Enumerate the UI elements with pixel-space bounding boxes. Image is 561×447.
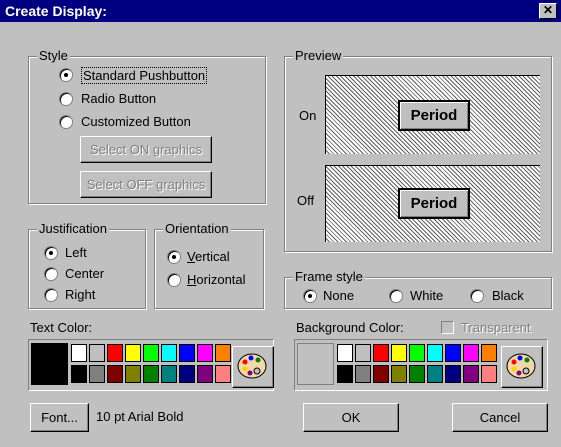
palette-icon — [506, 353, 536, 379]
frame-style-legend: Frame style — [293, 269, 365, 284]
horizontal-mnemonic: H — [187, 272, 197, 287]
label-horizontal[interactable]: Horizontal — [187, 272, 246, 287]
background-color-swatch[interactable] — [463, 365, 479, 383]
text-color-current-swatch — [31, 343, 68, 385]
text-color-swatch[interactable] — [143, 344, 159, 362]
background-color-swatch[interactable] — [337, 344, 353, 362]
label-frame-none[interactable]: None — [323, 288, 354, 303]
background-color-current-swatch — [297, 343, 334, 385]
background-color-swatch[interactable] — [391, 344, 407, 362]
radio-vertical[interactable] — [167, 250, 181, 264]
vertical-mnemonic: V — [187, 249, 195, 264]
label-customized-button[interactable]: Customized Button — [81, 114, 191, 129]
title-bar: Create Display: ✕ — [0, 0, 561, 22]
text-color-swatch[interactable] — [179, 365, 195, 383]
preview-on-label: On — [299, 108, 317, 123]
text-color-swatch[interactable] — [143, 365, 159, 383]
text-color-swatch[interactable] — [215, 344, 231, 362]
text-color-swatch[interactable] — [215, 365, 231, 383]
text-color-swatch[interactable] — [125, 365, 141, 383]
select-off-graphics-button[interactable]: Select OFF graphics — [80, 171, 212, 198]
label-right[interactable]: Right — [65, 287, 95, 302]
preview-off-label: Off — [297, 193, 315, 208]
text-color-swatch[interactable] — [71, 365, 87, 383]
background-color-palette-button[interactable] — [501, 346, 543, 388]
radio-standard-pushbutton[interactable] — [59, 68, 73, 82]
radio-radio-button[interactable] — [59, 92, 73, 106]
font-description: 10 pt Arial Bold — [96, 409, 184, 424]
text-color-swatch[interactable] — [161, 344, 177, 362]
preview-on-button: Period — [398, 100, 470, 131]
background-color-swatch[interactable] — [373, 344, 389, 362]
radio-customized-button[interactable] — [59, 115, 73, 129]
text-color-swatch[interactable] — [89, 344, 105, 362]
label-frame-black[interactable]: Black — [492, 288, 524, 303]
orientation-group: Orientation Vertical Horizontal — [154, 221, 264, 309]
radio-center[interactable] — [44, 267, 58, 281]
preview-on-area: Period — [325, 75, 540, 154]
background-color-swatch[interactable] — [445, 344, 461, 362]
preview-group: Preview On Period Off Period — [284, 48, 552, 252]
transparent-label[interactable]: Transparent — [461, 320, 531, 335]
background-color-swatch[interactable] — [355, 344, 371, 362]
background-color-swatch[interactable] — [409, 344, 425, 362]
background-color-swatch[interactable] — [463, 344, 479, 362]
text-color-label: Text Color: — [30, 320, 93, 335]
text-color-swatch[interactable] — [179, 344, 195, 362]
orientation-legend: Orientation — [163, 221, 231, 236]
radio-horizontal[interactable] — [167, 273, 181, 287]
preview-off-area: Period — [325, 165, 540, 242]
background-color-swatch[interactable] — [337, 365, 353, 383]
style-legend: Style — [37, 48, 70, 63]
transparent-checkbox[interactable] — [441, 321, 454, 334]
radio-left[interactable] — [44, 246, 58, 260]
background-color-swatch[interactable] — [409, 365, 425, 383]
text-color-swatch[interactable] — [197, 344, 213, 362]
label-center[interactable]: Center — [65, 266, 104, 281]
text-color-swatch[interactable] — [107, 344, 123, 362]
vertical-rest: ertical — [194, 249, 230, 264]
palette-icon — [237, 353, 267, 379]
preview-off-button: Period — [398, 188, 470, 219]
label-left[interactable]: Left — [65, 245, 87, 260]
background-color-swatch[interactable] — [391, 365, 407, 383]
style-group: Style Standard Pushbutton Radio Button C… — [28, 48, 266, 204]
cancel-button[interactable]: Cancel — [452, 403, 548, 432]
text-color-swatch[interactable] — [71, 344, 87, 362]
close-icon[interactable]: ✕ — [539, 3, 557, 19]
ok-button[interactable]: OK — [303, 403, 399, 432]
background-color-swatch[interactable] — [445, 365, 461, 383]
label-vertical[interactable]: Vertical — [187, 249, 230, 264]
text-color-swatch[interactable] — [197, 365, 213, 383]
background-color-swatch[interactable] — [481, 365, 497, 383]
background-color-swatch[interactable] — [373, 365, 389, 383]
radio-frame-white[interactable] — [389, 289, 403, 303]
justification-group: Justification Left Center Right — [28, 221, 146, 309]
frame-style-group: Frame style None White Black — [284, 269, 552, 309]
justification-legend: Justification — [37, 221, 109, 236]
background-color-swatch[interactable] — [355, 365, 371, 383]
radio-right[interactable] — [44, 288, 58, 302]
background-color-label: Background Color: — [296, 320, 404, 335]
radio-frame-black[interactable] — [470, 289, 484, 303]
preview-legend: Preview — [293, 48, 344, 63]
background-color-swatch[interactable] — [427, 344, 443, 362]
text-color-swatch[interactable] — [89, 365, 105, 383]
text-color-swatch[interactable] — [107, 365, 123, 383]
radio-frame-none[interactable] — [303, 289, 317, 303]
label-radio-button[interactable]: Radio Button — [81, 91, 156, 106]
select-on-graphics-button[interactable]: Select ON graphics — [80, 136, 212, 163]
window-title: Create Display: — [5, 3, 107, 19]
text-color-swatch[interactable] — [125, 344, 141, 362]
horizontal-rest: orizontal — [196, 272, 246, 287]
label-standard-pushbutton[interactable]: Standard Pushbutton — [81, 67, 208, 84]
text-color-palette-button[interactable] — [232, 346, 274, 388]
label-frame-white[interactable]: White — [410, 288, 443, 303]
background-color-swatch[interactable] — [481, 344, 497, 362]
text-color-swatch[interactable] — [161, 365, 177, 383]
font-button[interactable]: Font... — [30, 403, 89, 432]
background-color-swatch[interactable] — [427, 365, 443, 383]
